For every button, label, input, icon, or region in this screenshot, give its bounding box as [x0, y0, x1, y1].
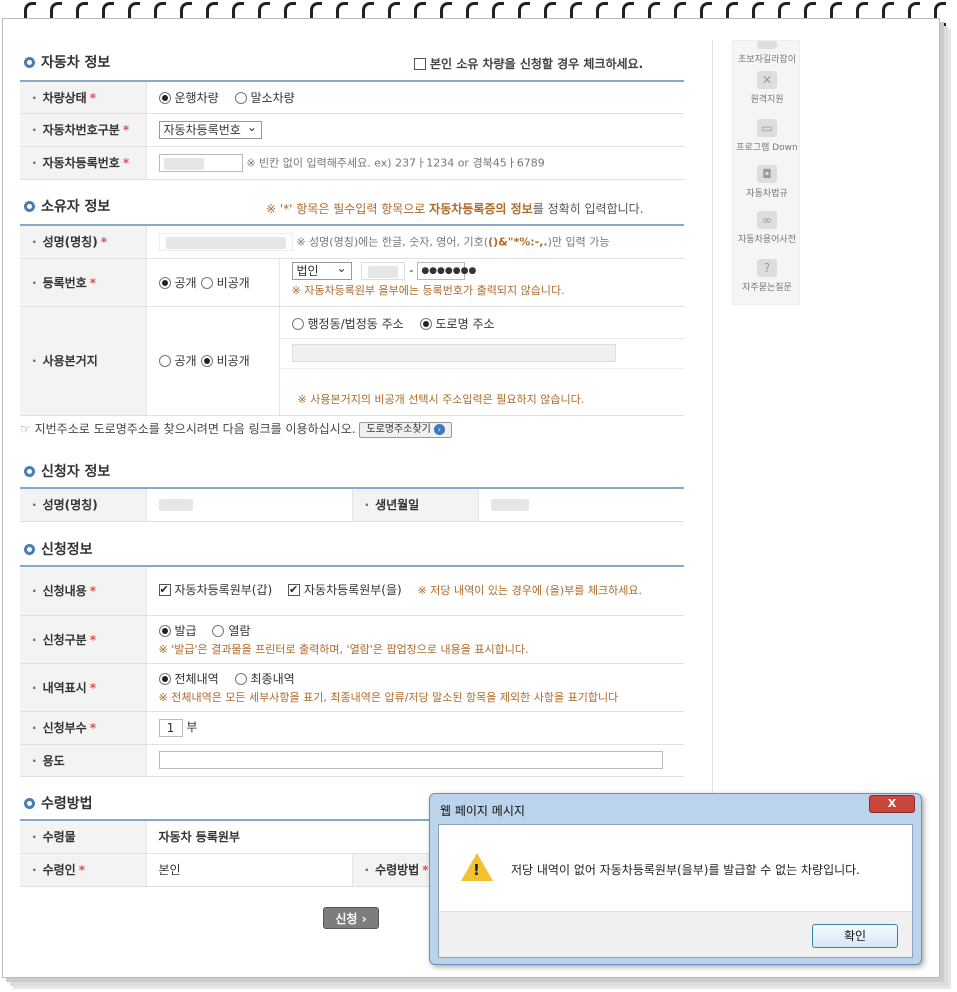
radio-addr-public[interactable]: 공개 — [158, 352, 197, 369]
sidebar-item-vehicle-law[interactable]: ◘ 자동차법규 — [733, 165, 801, 199]
dialog-ok-button[interactable]: 확인 — [812, 924, 898, 948]
checkbox-icon[interactable] — [414, 58, 426, 70]
radio-history-final[interactable]: 최종내역 — [234, 672, 295, 686]
regno-back-input[interactable]: ●●●●●●● — [417, 261, 476, 280]
faq-icon: ? — [757, 259, 777, 277]
quick-menu-sidebar: 초보자길라잡이 ✕ 원격지원 ▭ 프로그램 Down ◘ 자동차법규 ∞ 자동차용어사전… — [732, 40, 800, 305]
applicant-birth-value — [490, 499, 529, 512]
number-type-select[interactable]: 자동차등록번호 — [158, 119, 262, 139]
owner-name-hint: ※ 성명(명칭)에는 한글, 숫자, 영어, 기호(()&"*%:-,.)만 입… — [296, 235, 610, 249]
label-receipt-item: 수령물 — [20, 820, 147, 854]
label-history: 내역표시* — [20, 663, 147, 712]
radio-history-all[interactable]: 전체내역 — [158, 672, 219, 686]
sidebar-item-beginner-guide[interactable]: 초보자길라잡이 — [733, 41, 801, 65]
regno-note: ※ 자동차등록원부 을부에는 등록번호가 출력되지 않습니다. — [291, 283, 565, 297]
label-copies: 신청부수* — [20, 711, 147, 745]
tools-icon: ✕ — [757, 71, 777, 89]
section-title-application: 신청정보 — [24, 539, 93, 559]
content-note: ※ 저당 내역이 있는 경우에 (을)부를 체크하세요. — [417, 584, 642, 598]
dialog-body: ! 저당 내역이 없어 자동차등록원부(을부)를 발급할 수 없는 차량입니다.… — [438, 824, 913, 958]
regnum-hint: ※ 빈칸 없이 입력해주세요. ex) 237ㅏ1234 or 경북45ㅏ678… — [246, 156, 545, 169]
radio-regno-public[interactable]: 공개 — [158, 274, 197, 291]
label-status: 차량상태* — [20, 81, 147, 114]
link-icon: ∞ — [757, 211, 777, 229]
dialog-close-button[interactable]: X — [869, 795, 915, 813]
section-title-receipt: 수령방법 — [24, 793, 93, 813]
purpose-input[interactable] — [158, 751, 663, 769]
regno-type-select[interactable]: 법인 — [291, 260, 352, 280]
apply-button[interactable]: 신청 › — [323, 907, 379, 929]
bullet-icon — [24, 466, 35, 477]
label-content: 신청내용* — [20, 566, 147, 616]
status-options: 운행차량 말소차량 — [146, 81, 684, 114]
radio-deregistered[interactable]: 말소차량 — [234, 91, 295, 105]
message-dialog: 웹 페이지 메시지 X ! 저당 내역이 없어 자동차등록원부(을부)를 발급할… — [429, 793, 922, 965]
regnum-input[interactable] — [158, 153, 243, 172]
dialog-title: 웹 페이지 메시지 — [440, 804, 525, 818]
hand-pointer-icon: ☞ — [20, 422, 31, 436]
label-applicant-name: 성명(명칭) — [20, 488, 147, 522]
road-address-hint: ☞ 지번주소로 도로명주소를 찾으시려면 다음 링크를 이용하십시오. 도로명주… — [20, 420, 452, 438]
label-receiver: 수령인* — [20, 853, 147, 887]
sidebar-item-remote-support[interactable]: ✕ 원격지원 — [733, 71, 801, 105]
section-title-applicant: 신청자 정보 — [24, 461, 110, 481]
label-owner-name: 성명(명칭)* — [20, 225, 147, 259]
label-apply-type: 신청구분* — [20, 615, 147, 664]
label-owner-regno: 등록번호* — [20, 258, 147, 307]
copies-input[interactable]: 1 — [158, 718, 183, 737]
address-note: ※ 사용본거지의 비공개 선택시 주소입력은 필요하지 않습니다. — [297, 392, 585, 406]
applicant-name-value — [158, 499, 193, 512]
regno-dash: - — [409, 263, 414, 277]
bullet-icon — [24, 201, 35, 212]
check-record-b[interactable]: 자동차등록원부(을) — [288, 582, 402, 598]
radio-issue[interactable]: 발급 — [158, 624, 197, 638]
bullet-icon — [24, 57, 35, 68]
label-address: 사용본거지 — [20, 306, 147, 416]
bullet-icon — [24, 798, 35, 809]
radio-addr-lot[interactable]: 행정동/법정동 주소 — [291, 317, 404, 331]
sidebar-item-glossary[interactable]: ∞ 자동차용어사전 — [733, 211, 801, 245]
label-purpose: 용도 — [20, 744, 147, 777]
radio-addr-private[interactable]: 비공개 — [200, 352, 250, 369]
radio-view[interactable]: 열람 — [212, 624, 251, 638]
own-vehicle-check[interactable]: 본인 소유 차량을 신청할 경우 체크하세요. — [414, 55, 643, 72]
label-number-type: 자동차번호구분* — [20, 113, 147, 147]
guide-icon — [757, 41, 777, 49]
address-input[interactable] — [291, 343, 616, 362]
owner-info-table: 성명(명칭)* ※ 성명(명칭)에는 한글, 숫자, 영어, 기호(()&"*%… — [20, 224, 684, 416]
check-record-a[interactable]: 자동차등록원부(갑) — [158, 582, 272, 598]
dialog-footer: 확인 — [439, 911, 912, 957]
bullet-icon — [24, 544, 35, 555]
label-regnum: 자동차등록번호* — [20, 146, 147, 180]
copies-unit: 부 — [186, 720, 198, 735]
radio-addr-road[interactable]: 도로명 주소 — [419, 317, 495, 331]
radio-operating[interactable]: 운행차량 — [158, 91, 219, 105]
car-icon: ◘ — [757, 165, 777, 183]
radio-regno-private[interactable]: 비공개 — [200, 274, 250, 291]
monitor-icon: ▭ — [757, 119, 777, 137]
section-title-owner: 소유자 정보 — [24, 196, 110, 216]
history-note: ※ 전체내역은 모든 세부사항을 표기, 최종내역은 압류/저당 말소된 항목을… — [158, 690, 619, 704]
vehicle-info-table: 차량상태* 운행차량 말소차량 자동차번호구분* 자동차등록번호 자동차등록번호… — [20, 80, 684, 180]
receiver-value: 본인 — [146, 853, 353, 887]
arrow-right-icon: › — [433, 423, 445, 435]
regno-front-input[interactable] — [361, 261, 406, 280]
owner-required-notice: ※ '*' 항목은 필수입력 항목으로 자동차등록증의 정보를 정확히 입력합니… — [266, 202, 644, 216]
dialog-message: 저당 내역이 없어 자동차등록원부(을부)를 발급할 수 없는 차량입니다. — [511, 863, 861, 877]
applicant-info-table: 성명(명칭) 생년월일 — [20, 487, 684, 522]
label-applicant-birth: 생년월일 — [352, 488, 479, 522]
sidebar-item-faq[interactable]: ? 자주묻는질문 — [733, 259, 801, 293]
sidebar-item-program-download[interactable]: ▭ 프로그램 Down — [733, 119, 801, 153]
road-address-search-button[interactable]: 도로명주소찾기 › — [359, 421, 452, 438]
owner-name-input[interactable] — [158, 232, 293, 251]
section-title-vehicle: 자동차 정보 — [24, 52, 110, 72]
warning-icon-mark: ! — [473, 861, 480, 879]
application-info-table: 신청내용* 자동차등록원부(갑) 자동차등록원부(을) ※ 저당 내역이 있는 … — [20, 565, 684, 777]
apply-type-note: ※ '발급'은 결과물을 프린터로 출력하며, '열람'은 팝업창으로 내용을 … — [158, 642, 529, 656]
